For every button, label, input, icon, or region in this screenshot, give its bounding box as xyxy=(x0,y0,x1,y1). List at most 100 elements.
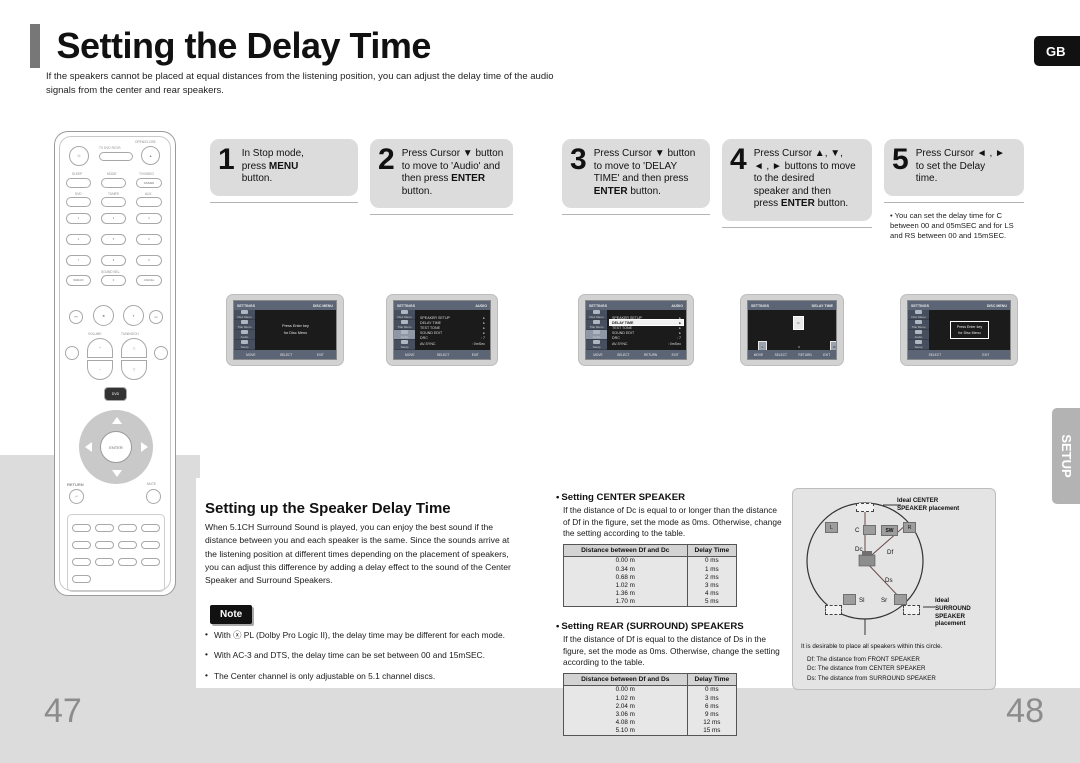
section-tab-label: SETUP xyxy=(1059,434,1074,478)
cancel-button: CANCEL xyxy=(136,275,162,286)
botbar-exit: EXIT xyxy=(823,352,831,357)
sidebar-label: Setup xyxy=(592,345,601,349)
table-row: 1.70 m5 ms xyxy=(563,597,738,607)
step-1-message-line-1: Press Enter key xyxy=(282,323,309,328)
cell-delay: 15 ms xyxy=(686,726,738,736)
cursor-right-icon xyxy=(141,442,148,452)
number-7-button: 7 xyxy=(66,255,91,266)
language-tab-label: GB xyxy=(1046,43,1066,59)
step-3-number: 3 xyxy=(570,143,587,176)
step-4-topbar-right: DELAY TIME xyxy=(811,303,833,308)
section-title: Setting up the Speaker Delay Time xyxy=(205,500,451,517)
speaker-placement-diagram: L R C SW Sl Sr Dc Df Ds Ideal CENTER SPE… xyxy=(792,488,996,690)
sidebar-label: Title Menu xyxy=(237,325,252,329)
botbar-exit: EXIT xyxy=(471,352,479,357)
rear-speaker-table: Distance between Df and Ds Delay Time 0.… xyxy=(563,672,738,736)
audio-button xyxy=(95,541,114,549)
step-4: 4 Press Cursor ▲, ▼, ◄ , ► buttons to mov… xyxy=(722,139,872,228)
cell-distance: 1.02 m xyxy=(563,581,688,590)
botbar-exit: EXIT xyxy=(671,352,679,357)
table-row: 5.10 m 15 ms xyxy=(563,726,738,736)
step-5-message-line-2: for Disc Menu xyxy=(958,331,981,335)
sleep-label: SLEEP xyxy=(72,172,83,176)
enter-button: ENTER xyxy=(100,431,132,463)
center-speaker-table: Distance between Df and Dc Delay Time 0.… xyxy=(563,543,738,607)
step-3-sidebar: Disc Menu Title Menu Audio Setup xyxy=(586,310,607,350)
speaker-sl xyxy=(843,594,856,605)
step-2-text: Press Cursor ▼ button to move to 'Audio' … xyxy=(401,148,504,197)
menu-label: AV-SYNC xyxy=(420,341,436,346)
step-1-screenshot: SETTINGS DISC MENU Disc Menu Title Menu … xyxy=(226,294,344,366)
botbar-exit: EXIT xyxy=(982,352,990,357)
sidebar-item-disc-menu: Disc Menu xyxy=(908,310,929,320)
dvd-label: DVD xyxy=(75,192,82,196)
table-row: 0.00 m0 ms xyxy=(563,685,738,694)
step-1-header: 1 In Stop mode, press MENU button. xyxy=(210,139,358,196)
title-icon xyxy=(915,320,922,324)
step-3-topbar-left: SETTINGS xyxy=(589,303,607,308)
gear-icon xyxy=(593,340,600,344)
sidebar-item-setup: Setup xyxy=(394,340,415,350)
table-row: 1.02 m3 ms xyxy=(563,581,738,590)
note-item: The Center channel is only adjustable on… xyxy=(205,670,525,682)
step-3-text: Press Cursor ▼ button to move to 'DELAY TI… xyxy=(593,148,696,197)
title-icon xyxy=(401,320,408,324)
cursor-up-icon xyxy=(112,417,122,424)
cell-distance: 1.36 m xyxy=(563,589,688,598)
speaker-label: L xyxy=(830,524,833,531)
mode-label: MODE xyxy=(107,172,117,176)
cell-distance: 0.00 m xyxy=(563,685,688,694)
speaker-icon xyxy=(915,330,922,334)
step-3-screenshot: SETTINGS AUDIO Disc Menu Title Menu Audi… xyxy=(578,294,694,366)
title-icon xyxy=(593,320,600,324)
table-row: 1.02 m3 ms xyxy=(563,693,738,703)
step-3: 3 Press Cursor ▼ button to move to 'DELAY… xyxy=(562,139,710,216)
step-5-screenshot: SETTINGS DISC MENU Disc Menu Title Menu … xyxy=(900,294,1018,366)
section-tab-setup: SETUP xyxy=(1052,408,1080,504)
mute-button xyxy=(146,489,161,504)
mode-button xyxy=(101,178,126,188)
sidebar-label: Setup xyxy=(240,345,249,349)
step-2-topbar: SETTINGS AUDIO xyxy=(394,301,490,310)
table-row: 0.68 m2 ms xyxy=(563,573,738,582)
step-5-topbar: SETTINGS DISC MENU xyxy=(908,301,1010,310)
language-tab-gb: GB xyxy=(1034,36,1080,66)
sidebar-label: Audio xyxy=(592,335,601,339)
tuning-ch-label: TUNING/CH xyxy=(121,332,139,336)
sidebar-item-disc-menu: Disc Menu xyxy=(394,310,415,320)
cell-distance: 5.10 m xyxy=(563,726,688,736)
botbar-select: SELECT xyxy=(774,352,787,357)
cell-delay: 12 ms xyxy=(686,718,738,727)
menu-value: ▸ xyxy=(679,325,681,330)
speaker-icon xyxy=(593,330,600,334)
menu-label: TEST TONE xyxy=(612,325,632,330)
ideal-center-speaker-position xyxy=(856,503,874,512)
col-delay: Delay Time xyxy=(686,543,738,557)
step-5-note: • You can set the delay time for C betwe… xyxy=(890,210,1014,241)
botbar-move: MOVE xyxy=(246,352,256,357)
step-5-text: Press Cursor ◄ , ► to set the Delay time. xyxy=(915,148,1005,185)
cell-delay: 5 ms xyxy=(686,597,738,607)
table-row: 3.06 m9 ms xyxy=(563,710,738,719)
menu-label: DRC xyxy=(420,336,428,341)
enter-button-label: ENTER xyxy=(109,444,123,450)
speaker-icon xyxy=(401,330,408,334)
cell-delay: 0 ms xyxy=(686,556,738,566)
number-0-button: 0 xyxy=(101,275,126,286)
cell-delay: 9 ms xyxy=(686,710,738,719)
open-close-label: OPEN/CLOSE xyxy=(135,140,156,144)
sound-sel-label: SOUND SEL. xyxy=(101,270,121,274)
menu-label: DRC xyxy=(612,336,620,341)
rear-speaker-heading: • Setting REAR (SURROUND) SPEAKERS xyxy=(556,621,784,632)
step-3-topbar-right: AUDIO xyxy=(671,303,683,308)
step-3-header: 3 Press Cursor ▼ button to move to 'DELAY… xyxy=(562,139,710,209)
number-5-button: 5 xyxy=(101,234,126,245)
page-number-left: 47 xyxy=(44,692,82,730)
cell-delay: 1 ms xyxy=(686,565,738,574)
pv-view-button xyxy=(118,524,137,532)
sidebar-item-title-menu: Title Menu xyxy=(908,320,929,330)
step-4-botbar: MOVE SELECT RETURN EXIT xyxy=(748,350,836,359)
center-table-head: Distance between Df and Dc Delay Time xyxy=(563,543,738,557)
ideal-surround-callout: Ideal SURROUND SPEAKER placement xyxy=(935,597,971,628)
step-2-number: 2 xyxy=(378,143,395,176)
